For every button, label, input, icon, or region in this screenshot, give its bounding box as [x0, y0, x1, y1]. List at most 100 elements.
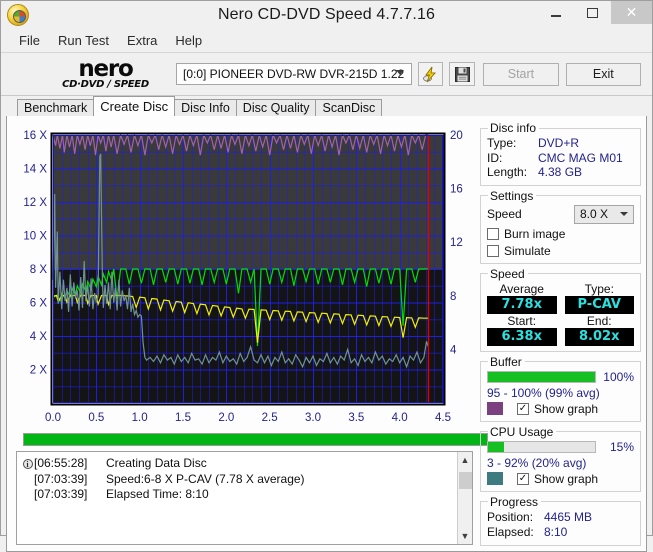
- exit-button[interactable]: Exit: [565, 62, 641, 86]
- tab-disc-info[interactable]: Disc Info: [174, 99, 237, 116]
- log-panel: i [06:55:28] Creating Data Disc [07:03:3…: [16, 451, 473, 545]
- logo-tagline: CD·DVD ∕ SPEED: [62, 79, 149, 90]
- start-button[interactable]: Start: [483, 62, 559, 86]
- speed-type-caption: Type:: [584, 281, 614, 296]
- tab-bar: Benchmark Create Disc Disc Info Disc Qua…: [1, 96, 652, 116]
- minimize-button[interactable]: [537, 1, 574, 24]
- settings-group: Settings Speed 8.0 X Burn image Simulate: [480, 188, 641, 264]
- speed-legend: Speed: [490, 266, 525, 281]
- disc-type-label: Type:: [487, 136, 517, 150]
- save-button[interactable]: [449, 62, 476, 86]
- speed-select-value: 8.0 X: [580, 207, 609, 221]
- buffer-percent: 100%: [603, 369, 634, 384]
- cpu-show-graph-label: Show graph: [534, 471, 599, 486]
- simulate-checkbox[interactable]: [487, 244, 499, 257]
- cpu-group: CPU Usage 15% 3 - 92% (20% avg) ✓ Show g…: [480, 424, 641, 492]
- settings-legend: Settings: [490, 188, 534, 203]
- menu-bar: File Run Test Extra Help: [1, 30, 652, 53]
- y-axis-tick-label: 6 X: [30, 298, 48, 310]
- speed-group: Speed Average 7.78x Start: 6.38x Type: P…: [480, 266, 641, 352]
- y-axis-tick-label: 12 X: [23, 197, 47, 209]
- left-pane: 2 X 4 X 6 X 8 X 10 X 12 X 14 X 16 X 4 8 12 16 20 0.0 0…: [7, 116, 488, 551]
- eject-speed-button[interactable]: [417, 62, 444, 86]
- speed-average-caption: Average: [499, 281, 544, 296]
- y2-axis-tick-label: 16: [450, 184, 463, 196]
- maximize-button[interactable]: [574, 1, 611, 24]
- nero-disc-icon: [7, 4, 29, 26]
- disc-type-value: DVD+R: [538, 136, 580, 150]
- speed-select[interactable]: 8.0 X: [574, 204, 634, 224]
- x-axis-tick-label: 4.0: [392, 412, 408, 424]
- y-axis-tick-label: 2 X: [30, 365, 48, 377]
- menu-item-file[interactable]: File: [10, 31, 49, 51]
- burn-image-checkbox[interactable]: [487, 227, 499, 240]
- scroll-up-icon[interactable]: ▲: [458, 452, 473, 467]
- progress-position-row: Position: 4465 MB: [487, 510, 634, 525]
- cpu-color-swatch: [487, 472, 503, 485]
- burn-progress-bar: [23, 433, 488, 446]
- close-button[interactable]: ✕: [611, 1, 652, 24]
- y2-axis-tick-label: 12: [450, 237, 463, 249]
- x-axis-tick-label: 1.5: [175, 412, 191, 424]
- menu-item-run-test[interactable]: Run Test: [49, 31, 118, 51]
- speed-start-value: 6.38x: [487, 327, 557, 346]
- tab-benchmark[interactable]: Benchmark: [17, 99, 95, 116]
- log-entry-time: [06:55:28]: [34, 456, 88, 470]
- disc-id-label: ID:: [487, 150, 503, 165]
- cpu-note: 3 - 92% (20% avg): [487, 455, 587, 470]
- log-entry: [07:03:39] Speed:6-8 X P-CAV (7.78 X ave…: [21, 472, 457, 488]
- cpu-show-graph-checkbox[interactable]: ✓: [517, 472, 529, 485]
- scroll-down-icon[interactable]: ▼: [458, 529, 473, 544]
- buffer-bar: [487, 370, 596, 383]
- drive-select[interactable]: [0:0] PIONEER DVD-RW DVR-215D 1.22: [175, 63, 412, 85]
- progress-group: Progress Position: 4465 MB Elapsed: 8:10: [480, 494, 641, 546]
- progress-elapsed-row: Elapsed: 8:10: [487, 525, 634, 540]
- cpu-legend: CPU Usage: [490, 424, 554, 439]
- info-icon: i: [21, 456, 34, 472]
- buffer-show-graph-label: Show graph: [534, 401, 599, 416]
- speed-type-col: Type: P-CAV End: 8.02x: [564, 281, 634, 346]
- y2-axis-tick-label: 4: [450, 344, 457, 356]
- simulate-checkbox-row[interactable]: Simulate: [487, 244, 634, 258]
- close-icon: ✕: [625, 4, 638, 21]
- x-axis-tick-label: 4.5: [435, 412, 451, 424]
- disc-length-value: 4.38 GB: [538, 165, 583, 179]
- y-axis-tick-label: 14 X: [23, 164, 47, 176]
- burn-image-label: Burn image: [504, 226, 566, 241]
- log-entry-time: [07:03:39]: [34, 487, 88, 501]
- x-axis-tick-label: 3.0: [305, 412, 321, 424]
- progress-position-value: 4465 MB: [544, 509, 593, 524]
- speed-setting-row: Speed 8.0 X: [487, 204, 634, 224]
- burn-image-checkbox-row[interactable]: Burn image: [487, 227, 634, 241]
- disc-length-label: Length:: [487, 165, 528, 179]
- speed-setting-label: Speed: [487, 207, 522, 221]
- log-entry-time: [07:03:39]: [34, 471, 88, 486]
- disc-info-row-length: Length: 4.38 GB: [487, 165, 634, 180]
- title-bar: Nero CD-DVD Speed 4.7.7.16 ✕: [1, 1, 652, 30]
- tab-create-disc[interactable]: Create Disc: [93, 96, 176, 116]
- buffer-legend-row[interactable]: ✓ Show graph: [487, 402, 634, 416]
- log-entry-message: Elapsed Time: 8:10: [106, 487, 209, 501]
- disc-info-row-id: ID: CMC MAG M01: [487, 151, 634, 166]
- speed-start-caption: Start:: [507, 313, 537, 328]
- menu-item-extra[interactable]: Extra: [118, 31, 166, 51]
- speed-average-col: Average 7.78x Start: 6.38x: [487, 282, 557, 346]
- disc-id-value: CMC MAG M01: [538, 150, 623, 165]
- chart-canvas: 2 X 4 X 6 X 8 X 10 X 12 X 14 X 16 X 4 8 12 16 20 0.0 0…: [23, 130, 463, 424]
- right-pane: Disc info Type: DVD+R ID: CMC MAG M01 Le…: [479, 116, 646, 551]
- cpu-legend-row[interactable]: ✓ Show graph: [487, 472, 634, 486]
- write-speed-chart: 2 X 4 X 6 X 8 X 10 X 12 X 14 X 16 X 4 8 12 16 20 0.0 0…: [11, 121, 476, 430]
- floppy-save-icon: [454, 66, 470, 82]
- buffer-show-graph-checkbox[interactable]: ✓: [517, 402, 529, 415]
- speed-end-caption: End:: [586, 313, 612, 328]
- y-axis-tick-label: 10 X: [23, 231, 47, 243]
- x-axis-tick-label: 2.5: [262, 412, 278, 424]
- simulate-label: Simulate: [504, 243, 551, 258]
- tab-disc-quality[interactable]: Disc Quality: [235, 99, 317, 116]
- cpu-percent: 15%: [609, 439, 634, 454]
- tab-scandisc[interactable]: ScanDisc: [315, 99, 383, 116]
- menu-item-help[interactable]: Help: [166, 31, 211, 51]
- x-axis-tick-label: 2.0: [218, 412, 234, 424]
- log-scrollbar[interactable]: ▲ ▼: [457, 452, 472, 544]
- scrollbar-thumb[interactable]: [458, 472, 472, 489]
